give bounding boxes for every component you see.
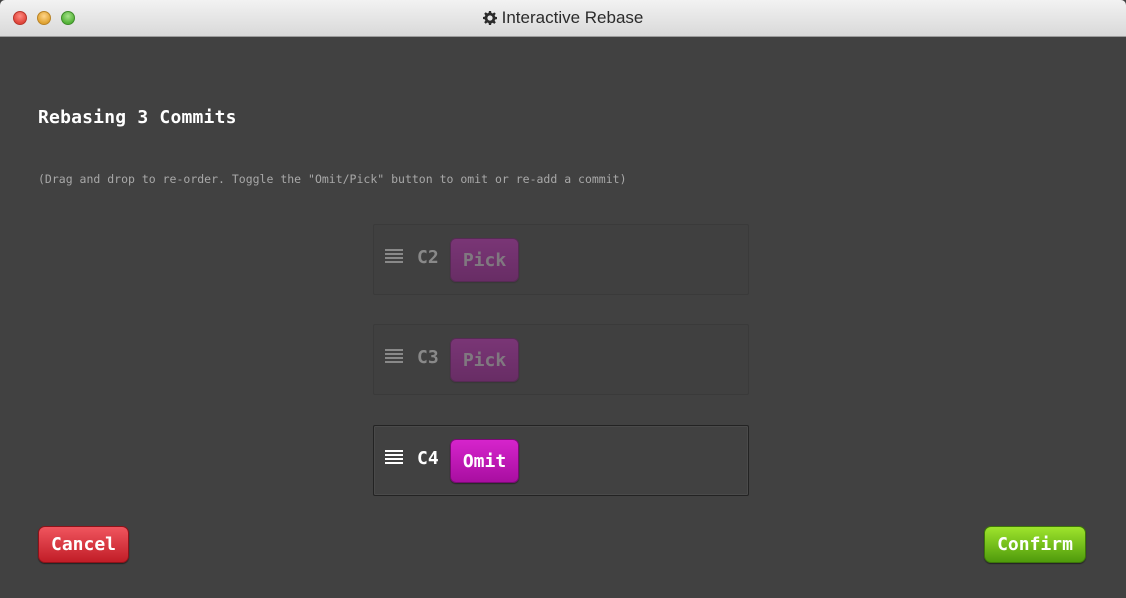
dialog-instructions: (Drag and drop to re-order. Toggle the "…: [38, 172, 627, 186]
dialog-heading: Rebasing 3 Commits: [38, 107, 237, 128]
rebase-window: Interactive Rebase Rebasing 3 Commits (D…: [0, 0, 1126, 598]
drag-handle-icon[interactable]: [385, 450, 403, 464]
confirm-button[interactable]: Confirm: [984, 526, 1086, 563]
commit-id: C2: [417, 247, 439, 268]
drag-handle-icon[interactable]: [385, 349, 403, 363]
window-title: Interactive Rebase: [501, 8, 644, 27]
commit-row-c2[interactable]: C2 Pick: [373, 224, 749, 295]
pick-toggle-button[interactable]: Pick: [450, 238, 519, 282]
omit-toggle-button[interactable]: Omit: [450, 439, 519, 483]
cancel-button[interactable]: Cancel: [38, 526, 129, 563]
commit-id: C3: [417, 347, 439, 368]
gear-icon: [482, 11, 497, 25]
commit-row-c3[interactable]: C3 Pick: [373, 324, 749, 395]
commit-id: C4: [417, 448, 439, 469]
drag-handle-icon[interactable]: [385, 249, 403, 263]
title-bar[interactable]: Interactive Rebase: [0, 0, 1126, 37]
window-title-group: Interactive Rebase: [0, 0, 1126, 36]
commit-row-c4[interactable]: C4 Omit: [373, 425, 749, 496]
pick-toggle-button[interactable]: Pick: [450, 338, 519, 382]
